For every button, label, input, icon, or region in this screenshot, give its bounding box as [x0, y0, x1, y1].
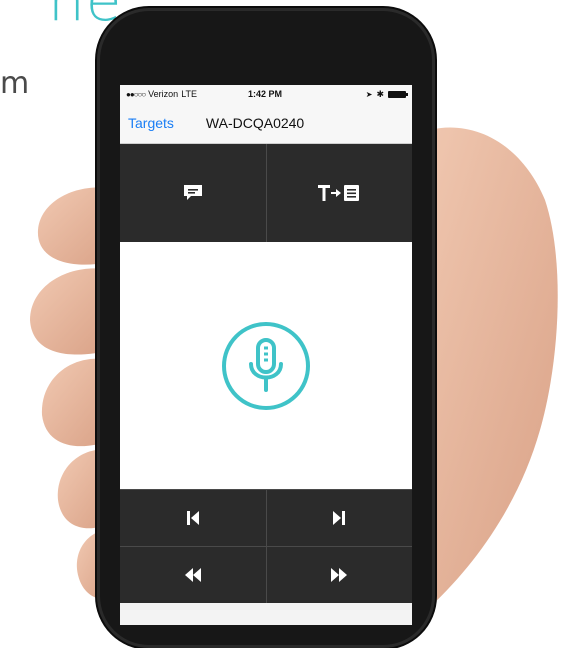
text-to-document-button[interactable]: [267, 144, 413, 242]
carrier-name: Verizon: [148, 89, 179, 99]
network-type: LTE: [181, 89, 198, 99]
microphone-icon[interactable]: [220, 320, 312, 412]
record-area: [120, 242, 412, 489]
signal-dots-icon: ●●○○○: [126, 89, 146, 99]
comment-button[interactable]: [120, 144, 267, 242]
status-bar: ●●○○○ Verizon LTE 1:42 PM ➤ ✱: [120, 85, 412, 103]
playback-row-1: [120, 489, 412, 546]
bluetooth-icon: ✱: [376, 88, 384, 99]
fast-forward-button[interactable]: [267, 547, 413, 603]
battery-icon: [388, 90, 408, 98]
skip-next-button[interactable]: [267, 490, 413, 546]
playback-row-2: [120, 546, 412, 603]
phone-screen: ●●○○○ Verizon LTE 1:42 PM ➤ ✱ Targets WA…: [120, 85, 412, 625]
rewind-button[interactable]: [120, 547, 267, 603]
rewind-icon: [184, 568, 201, 582]
top-button-bar: [120, 144, 412, 242]
nav-bar: Targets WA-DCQA0240: [120, 103, 412, 144]
speech-bubble-icon: [183, 185, 202, 200]
location-arrow-icon: ➤: [365, 89, 373, 99]
back-button[interactable]: Targets: [128, 115, 174, 131]
skip-previous-icon: [186, 511, 199, 525]
text-to-list-icon: [318, 185, 360, 201]
nav-title: WA-DCQA0240: [205, 115, 305, 131]
skip-previous-button[interactable]: [120, 490, 267, 546]
playback-controls: [120, 489, 412, 603]
fast-forward-icon: [331, 568, 348, 582]
background-subtext: m: [0, 66, 30, 101]
status-time: 1:42 PM: [248, 89, 283, 99]
skip-next-icon: [333, 511, 346, 525]
